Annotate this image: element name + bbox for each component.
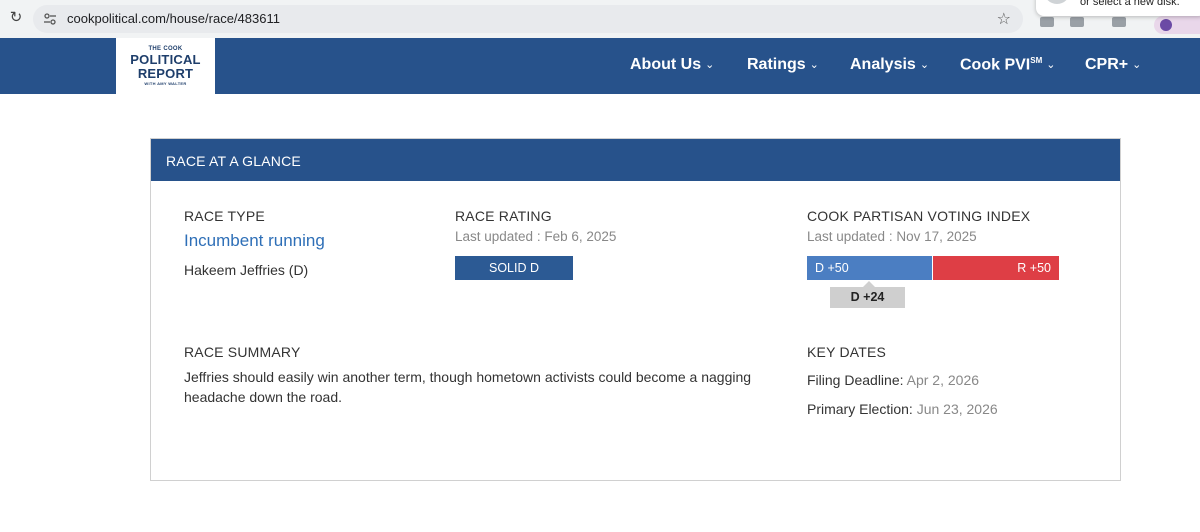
race-summary-text: Jeffries should easily win another term,…	[184, 369, 752, 405]
service-mark: SM	[1030, 56, 1043, 65]
primary-election-label: Primary Election:	[807, 401, 913, 417]
avatar-icon	[1160, 19, 1172, 31]
filing-deadline-row: Filing Deadline: Apr 2, 2026	[807, 372, 979, 388]
primary-election-value: Jun 23, 2026	[916, 401, 998, 417]
address-bar[interactable]: cookpolitical.com/house/race/483611 ☆	[33, 5, 1023, 33]
chevron-down-icon: ⌄	[1046, 59, 1056, 72]
filing-deadline-value: Apr 2, 2026	[906, 372, 980, 388]
site-settings-icon[interactable]	[43, 12, 57, 26]
url-text[interactable]: cookpolitical.com/house/race/483611	[67, 11, 280, 26]
race-rating-badge: SOLID D	[455, 256, 573, 280]
extension-icon[interactable]	[1070, 17, 1084, 27]
logo-line-4: WITH AMY WALTER	[144, 81, 187, 86]
primary-election-row: Primary Election: Jun 23, 2026	[807, 401, 998, 417]
nav-label: Ratings	[747, 56, 806, 73]
nav-ratings[interactable]: Ratings ⌄	[747, 56, 819, 74]
pvi-dem-bar: D +50	[807, 256, 932, 280]
pvi-label: COOK PARTISAN VOTING INDEX	[807, 208, 1031, 224]
popup-text: or select a new disk.	[1080, 0, 1180, 8]
extension-icon[interactable]	[1112, 17, 1126, 27]
chevron-down-icon: ⌄	[1132, 59, 1142, 71]
pvi-score-marker: D +24	[830, 287, 905, 308]
site-logo[interactable]: THE COOK POLITICAL REPORT WITH AMY WALTE…	[116, 38, 215, 95]
race-rating-updated: Last updated : Feb 6, 2025	[455, 229, 617, 244]
nav-cook-pvi[interactable]: Cook PVISM ⌄	[960, 56, 1055, 74]
chevron-down-icon: ⌄	[705, 59, 715, 71]
nav-cpr-plus[interactable]: CPR+ ⌄	[1085, 56, 1141, 74]
nav-label: CPR+	[1085, 56, 1129, 73]
race-at-a-glance-card: RACE AT A GLANCE RACE TYPE Incumbent run…	[150, 138, 1121, 481]
race-rating-label: RACE RATING	[455, 208, 552, 224]
key-dates-label: KEY DATES	[807, 344, 887, 360]
logo-line-2: POLITICAL	[130, 52, 201, 67]
nav-label: Analysis	[850, 56, 916, 73]
candidate-name: Hakeem Jeffries (D)	[184, 262, 309, 278]
bookmark-star-icon[interactable]: ☆	[997, 9, 1011, 29]
race-summary-label: RACE SUMMARY	[184, 344, 301, 360]
profile-avatar[interactable]	[1154, 16, 1200, 34]
disk-icon	[1044, 0, 1070, 4]
filing-deadline-label: Filing Deadline:	[807, 372, 904, 388]
reload-icon[interactable]: ↻	[8, 10, 24, 26]
card-header: RACE AT A GLANCE	[151, 139, 1120, 181]
nav-analysis[interactable]: Analysis ⌄	[850, 56, 929, 74]
extension-icon[interactable]	[1040, 17, 1054, 27]
race-type-label: RACE TYPE	[184, 208, 265, 224]
pvi-rep-bar: R +50	[933, 256, 1059, 280]
logo-line-3: REPORT	[137, 66, 194, 81]
pvi-updated: Last updated : Nov 17, 2025	[807, 229, 977, 244]
race-type-value: Incumbent running	[184, 231, 325, 250]
notification-popup: or select a new disk.	[1036, 0, 1200, 16]
card-title: RACE AT A GLANCE	[166, 153, 301, 169]
nav-label: About Us	[630, 56, 702, 73]
nav-label: Cook PVI	[960, 56, 1031, 74]
chevron-down-icon: ⌄	[809, 59, 819, 71]
browser-toolbar: ↻ cookpolitical.com/house/race/483611 ☆ …	[0, 0, 1200, 38]
chevron-down-icon: ⌄	[919, 59, 930, 71]
nav-about-us[interactable]: About Us ⌄	[630, 56, 714, 74]
